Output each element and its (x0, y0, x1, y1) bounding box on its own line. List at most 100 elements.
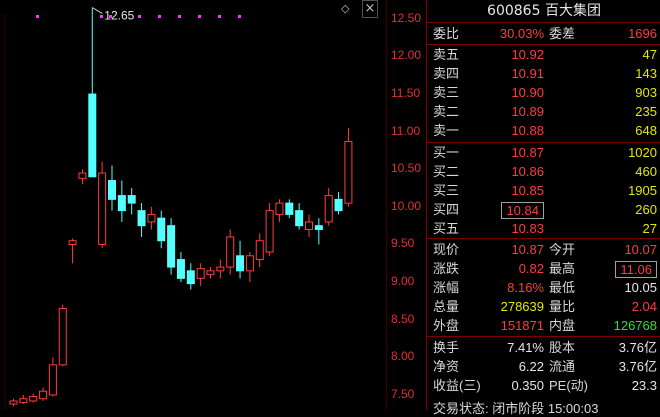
candle-body (206, 270, 215, 276)
bid-label: 买四 (433, 202, 460, 217)
price-tick: 7.50 (391, 386, 415, 401)
candlestick-chart[interactable]: 12.65 (0, 0, 386, 410)
event-marker (178, 15, 181, 18)
ask-volume: 235 (635, 104, 657, 119)
diamond-icon[interactable]: ◇ (341, 2, 349, 15)
candle-body (255, 240, 264, 261)
stat-value: 7.41% (507, 340, 544, 355)
candle-body (117, 195, 126, 212)
ask-price: 10.89 (511, 104, 544, 119)
candle-body (334, 198, 343, 212)
bid-volume: 1905 (628, 183, 657, 198)
price-tick: 11.00 (391, 123, 421, 138)
candle-body (127, 195, 136, 204)
stat-value: 3.76亿 (618, 340, 657, 355)
ask-label: 卖四 (433, 66, 460, 81)
candle-body (108, 180, 116, 200)
candle-body (147, 213, 156, 223)
weibi-row: 委比 30.03% 委差 1696 (433, 26, 657, 41)
stat-row: 净资 6.22 流通 3.76亿 (427, 357, 660, 376)
bid-price: 10.85 (511, 183, 544, 198)
bid-row: 买五 10.83 27 (427, 219, 660, 238)
candle-body (78, 172, 87, 179)
price-tick: 12.00 (391, 48, 422, 63)
candle-body (48, 364, 57, 396)
ask-volume: 143 (635, 66, 657, 81)
stat-label: 净资 (433, 359, 460, 374)
stat-row: 外盘 151871 内盘 126768 (427, 316, 660, 335)
stat-label: 换手 (433, 340, 460, 355)
candle-body (58, 307, 67, 366)
stat-row: 涨幅 8.16% 最低 10.05 (427, 278, 660, 297)
ask-volume: 903 (635, 85, 657, 100)
ask-label: 卖二 (433, 104, 460, 119)
ask-price: 10.90 (511, 85, 544, 100)
event-marker (158, 15, 161, 18)
stat-label: 量比 (549, 299, 576, 314)
bid-price: 10.86 (511, 164, 544, 179)
candle-body (324, 195, 333, 223)
close-icon[interactable]: × (362, 0, 378, 18)
ask-label: 卖三 (433, 85, 460, 100)
stat-label: 今开 (549, 242, 576, 257)
stat-value: 11.06 (615, 261, 657, 278)
candle-body (236, 255, 245, 272)
candle-body (9, 400, 18, 405)
ask-price: 10.91 (511, 66, 544, 81)
bid-volume: 460 (635, 164, 657, 179)
stat-row: 涨跌 0.82 最高 11.06 (427, 259, 660, 278)
event-marker (100, 15, 103, 18)
stat-value: 0.350 (511, 378, 544, 393)
stat-label: 流通 (549, 359, 576, 374)
price-tick: 10.00 (391, 198, 422, 213)
event-marker (218, 15, 221, 18)
candle-body (344, 140, 353, 204)
bid-row: 买三 10.85 1905 (427, 181, 660, 200)
stat-label: 外盘 (433, 318, 460, 333)
stat-label: 总量 (433, 299, 460, 314)
bid-row: 买一 10.87 1020 (427, 143, 660, 162)
candle-body (196, 268, 205, 279)
bid-row: 买四 10.84 260 (427, 200, 660, 219)
stat-value: 0.82 (518, 261, 544, 276)
bid-price: 10.84 (501, 202, 544, 219)
bid-price: 10.83 (511, 221, 544, 236)
stat-label: 收益(三) (433, 378, 481, 393)
bid-volume: 27 (642, 221, 657, 236)
stat-value: 126768 (613, 318, 657, 333)
candle-body (186, 270, 195, 285)
event-marker (238, 15, 241, 18)
candle-body (245, 255, 254, 272)
quote-panel: 600865 百大集团 委比 30.03% 委差 1696 卖五 10.92 47 卖… (426, 0, 660, 416)
stat-value: 2.04 (631, 299, 657, 314)
stat-label: 最低 (549, 280, 576, 295)
candle-body (295, 210, 304, 227)
candle-body (275, 202, 284, 215)
stat-label: 涨跌 (433, 261, 460, 276)
stat-row: 现价 10.87 今开 10.07 (427, 240, 660, 259)
stat-label: 涨幅 (433, 280, 460, 295)
stat-value: 23.3 (631, 378, 657, 393)
price-axis: 12.50 12.00 11.50 11.00 10.50 10.00 9.50 9.00 8.… (386, 0, 427, 410)
stock-title: 600865 百大集团 (427, 0, 660, 23)
candle-body (98, 172, 107, 245)
candle-body (157, 217, 166, 242)
candle-body (216, 266, 225, 272)
bid-price: 10.87 (511, 145, 544, 160)
bid-label: 买五 (433, 221, 460, 236)
event-marker (138, 15, 141, 18)
ask-row: 卖二 10.89 235 (427, 102, 660, 121)
high-marker-label: 12.65 (104, 9, 134, 23)
candle-body (137, 210, 146, 227)
stat-label: PE(动) (549, 378, 589, 393)
candle-body (88, 93, 97, 178)
candle-body (176, 259, 185, 279)
bid-volume: 1020 (628, 145, 657, 160)
stat-value: 278639 (500, 299, 544, 314)
ask-label: 卖五 (433, 47, 460, 62)
stat-value: 6.22 (518, 359, 544, 374)
ask-row: 卖一 10.88 648 (427, 121, 660, 140)
ask-row: 卖四 10.91 143 (427, 64, 660, 83)
ask-price: 10.88 (511, 123, 544, 138)
stat-label: 最高 (549, 261, 576, 276)
